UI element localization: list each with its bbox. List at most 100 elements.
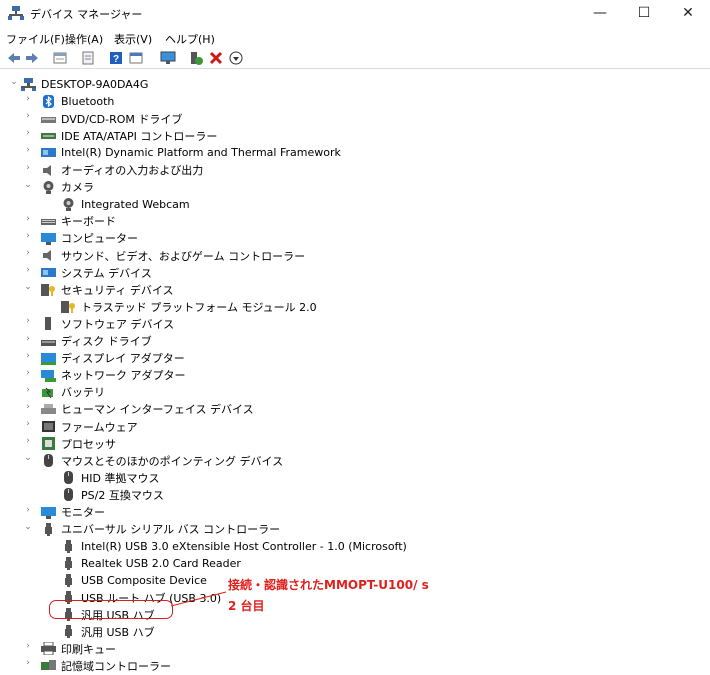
menu-help[interactable]: ヘルプ(H) [165, 31, 215, 47]
tree-item[interactable]: › プロセッサ [26, 435, 116, 452]
tree-item[interactable]: › Bluetooth [26, 93, 114, 110]
bluetooth-icon [41, 95, 56, 109]
tree-item[interactable]: › キーボード [26, 213, 116, 230]
tree-item[interactable]: ⌄ セキュリティ デバイス [24, 281, 174, 298]
tree-item[interactable]: › ディスク ドライブ [26, 333, 152, 350]
properties-icon[interactable] [52, 50, 68, 66]
tree-item[interactable]: Intel(R) USB 3.0 eXtensible Host Control… [61, 538, 407, 555]
help-icon[interactable]: ? [108, 50, 124, 66]
chevron-right-icon[interactable]: › [23, 214, 33, 224]
chevron-right-icon[interactable]: › [23, 128, 33, 138]
chevron-right-icon[interactable]: › [23, 658, 33, 668]
chevron-right-icon[interactable]: › [23, 111, 33, 121]
camera-icon [41, 180, 56, 194]
tree-item-label: HID 準拠マウス [81, 471, 160, 485]
chevron-right-icon[interactable]: › [23, 351, 33, 361]
mouse-icon [61, 488, 76, 502]
dvd-drive-icon [41, 112, 56, 125]
disable-icon[interactable] [228, 50, 244, 66]
tree-item[interactable]: › オーディオの入力および出力 [26, 162, 203, 179]
tree-item-label: Realtek USB 2.0 Card Reader [81, 556, 241, 570]
menu-view[interactable]: 表示(V) [114, 31, 152, 47]
menu-file[interactable]: ファイル(F) [6, 31, 65, 47]
menu-bar: ファイル(F) 操作(A) 表示(V) ヘルプ(H) [0, 28, 710, 48]
software-device-icon [41, 317, 56, 331]
chevron-right-icon[interactable]: › [23, 163, 33, 173]
close-button[interactable]: ✕ [666, 0, 710, 28]
audio-icon [41, 164, 56, 177]
tree-item[interactable]: › Intel(R) Dynamic Platform and Thermal F… [26, 144, 341, 161]
tree-item-label: セキュリティ デバイス [61, 283, 174, 297]
back-arrow-icon[interactable] [6, 50, 22, 66]
device-tree[interactable]: ⌄ DESKTOP-9A0DA4G › Bluetooth › DVD/CD-ROM ドラ… [0, 69, 710, 673]
mouse-icon [61, 471, 76, 485]
maximize-button[interactable]: ☐ [622, 0, 666, 28]
device-manager-window: デバイス マネージャー — ☐ ✕ ファイル(F) 操作(A) 表示(V) ヘル… [0, 0, 710, 673]
tree-item[interactable]: HID 準拠マウス [61, 469, 159, 486]
firmware-icon [41, 420, 56, 433]
chevron-down-icon[interactable]: ⌄ [23, 522, 33, 532]
tree-item[interactable]: › ディスプレイ アダプター [26, 350, 185, 367]
chevron-right-icon[interactable]: › [23, 436, 33, 446]
add-legacy-icon[interactable] [188, 50, 204, 66]
usb-icon [61, 539, 76, 553]
tree-item[interactable]: › 印刷キュー [26, 640, 116, 657]
tree-item[interactable]: › IDE ATA/ATAPI コントローラー [26, 127, 217, 144]
tree-item[interactable]: › サウンド、ビデオ、およびゲーム コントローラー [26, 247, 305, 264]
tree-item[interactable]: › DVD/CD-ROM ドライブ [26, 110, 182, 127]
scan-hardware-icon[interactable] [160, 50, 176, 66]
tree-item-label: トラステッド プラットフォーム モジュール 2.0 [81, 300, 317, 314]
show-hidden-icon[interactable] [80, 50, 96, 66]
usb-icon [61, 573, 76, 587]
minimize-button[interactable]: — [578, 0, 622, 28]
tree-item[interactable]: PS/2 互換マウス [61, 486, 164, 503]
tree-item[interactable]: ⌄ ユニバーサル シリアル バス コントローラー [24, 521, 280, 538]
tree-item[interactable]: › システム デバイス [26, 264, 152, 281]
tree-item[interactable]: USB Composite Device [61, 572, 207, 589]
chevron-down-icon[interactable]: ⌄ [9, 77, 19, 87]
chevron-right-icon[interactable]: › [23, 248, 33, 258]
chevron-right-icon[interactable]: › [23, 94, 33, 104]
network-adapter-icon [41, 369, 56, 382]
uninstall-icon[interactable] [208, 50, 224, 66]
chevron-right-icon[interactable]: › [23, 265, 33, 275]
tree-item[interactable]: ⌄ カメラ [24, 179, 94, 196]
chevron-right-icon[interactable]: › [23, 145, 33, 155]
usb-icon [41, 522, 56, 536]
tree-item[interactable]: › バッテリ [26, 384, 105, 401]
system-device-icon [41, 266, 56, 279]
tree-item[interactable]: 汎用 USB ハブ [61, 623, 155, 640]
chevron-down-icon[interactable]: ⌄ [23, 180, 33, 190]
chevron-right-icon[interactable]: › [23, 231, 33, 241]
tree-item[interactable]: Realtek USB 2.0 Card Reader [61, 555, 241, 572]
update-driver-icon[interactable] [128, 50, 144, 66]
tree-item[interactable]: › ファームウェア [26, 418, 137, 435]
chevron-right-icon[interactable]: › [23, 316, 33, 326]
usb-icon [61, 625, 76, 639]
tree-item[interactable]: › ネットワーク アダプター [26, 367, 185, 384]
tree-item[interactable]: › ソフトウェア デバイス [26, 315, 174, 332]
tree-item[interactable]: Integrated Webcam [61, 196, 190, 213]
chevron-right-icon[interactable]: › [23, 334, 33, 344]
chevron-right-icon[interactable]: › [23, 505, 33, 515]
chevron-right-icon[interactable]: › [23, 419, 33, 429]
tree-item[interactable]: トラステッド プラットフォーム モジュール 2.0 [61, 298, 317, 315]
tree-item[interactable]: › ヒューマン インターフェイス デバイス [26, 401, 253, 418]
chevron-right-icon[interactable]: › [23, 385, 33, 395]
chevron-down-icon[interactable]: ⌄ [23, 453, 33, 463]
tree-item[interactable]: ⌄ DESKTOP-9A0DA4G [10, 76, 148, 93]
monitor-icon [41, 232, 56, 245]
audio-icon [41, 249, 56, 262]
security-device-icon [61, 300, 76, 314]
tree-item[interactable]: › コンピューター [26, 230, 138, 247]
svg-text:?: ? [113, 54, 119, 65]
tree-item[interactable]: › 記憶域コントローラー [26, 657, 171, 674]
menu-action[interactable]: 操作(A) [65, 31, 103, 47]
tree-item[interactable]: › モニター [26, 504, 105, 521]
forward-arrow-icon[interactable] [24, 50, 40, 66]
tree-item[interactable]: ⌄ マウスとそのほかのポインティング デバイス [24, 452, 283, 469]
chevron-right-icon[interactable]: › [23, 402, 33, 412]
chevron-down-icon[interactable]: ⌄ [23, 282, 33, 292]
chevron-right-icon[interactable]: › [23, 368, 33, 378]
tree-item-label: 記憶域コントローラー [61, 659, 171, 673]
